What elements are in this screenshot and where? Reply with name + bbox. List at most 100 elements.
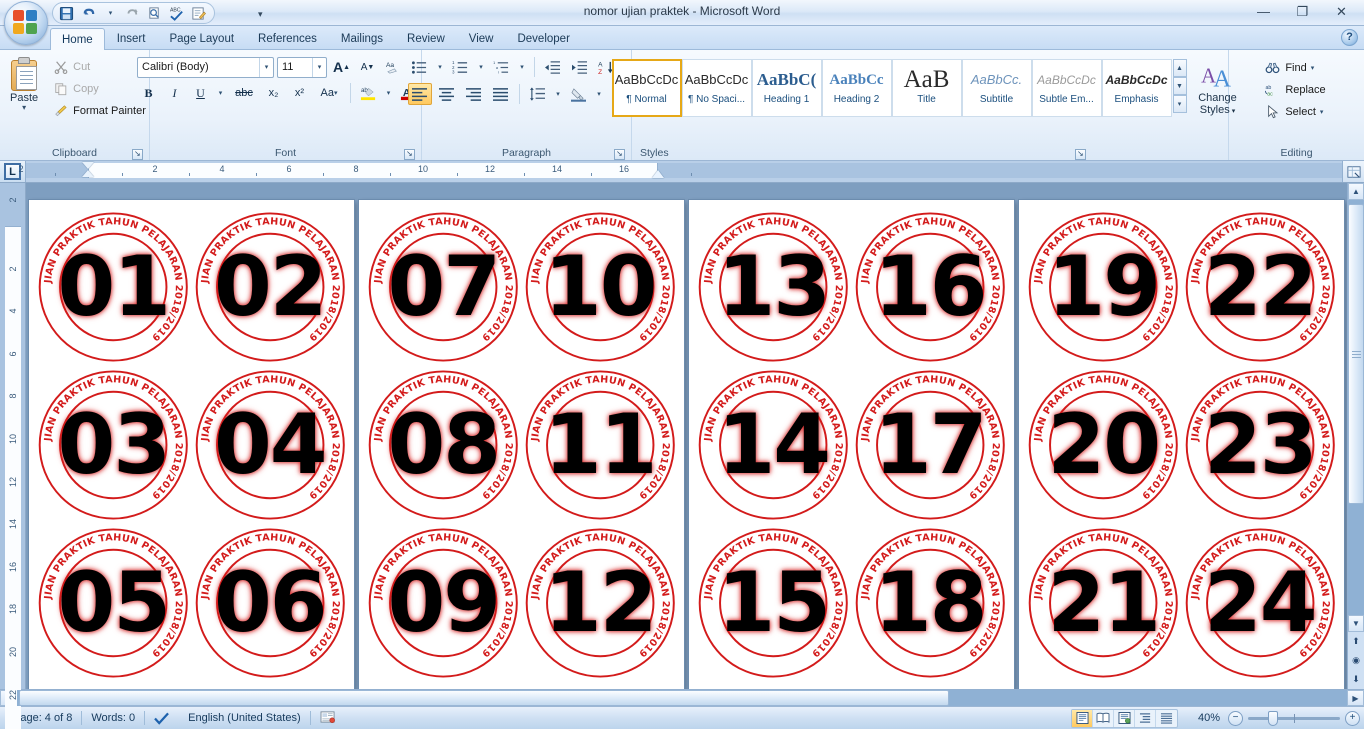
tab-review[interactable]: Review <box>395 27 457 49</box>
vertical-scroll-track[interactable] <box>1348 200 1364 615</box>
numbering-dropdown-icon[interactable]: ▾ <box>476 56 487 78</box>
exam-number-badge[interactable]: PESERTA UJIAN PRAKTIK TAHUN PELAJARAN 20… <box>852 524 1009 682</box>
exam-number-badge[interactable]: PESERTA UJIAN PRAKTIK TAHUN PELAJARAN 20… <box>365 208 522 366</box>
office-button[interactable] <box>4 1 48 45</box>
subscript-button[interactable]: x₂ <box>262 82 285 104</box>
full-screen-reading-view-button[interactable] <box>1093 709 1114 727</box>
help-icon[interactable]: ? <box>1341 29 1358 46</box>
paste-button[interactable]: Paste ▾ <box>0 53 50 112</box>
draft-view-button[interactable] <box>1156 710 1177 727</box>
exam-number-badge[interactable]: PESERTA UJIAN PRAKTIK TAHUN PELAJARAN 20… <box>1025 208 1182 366</box>
language-indicator[interactable]: English (United States) <box>179 709 310 728</box>
font-size-combo[interactable]: 11 ▾ <box>277 56 327 78</box>
copy-button[interactable]: Copy <box>50 78 151 99</box>
style-subtle-emphasis[interactable]: AaBbCcDc Subtle Em... <box>1031 59 1102 117</box>
bullets-button[interactable] <box>408 56 432 78</box>
exam-number-badge[interactable]: PESERTA UJIAN PRAKTIK TAHUN PELAJARAN 20… <box>35 208 192 366</box>
styles-dialog-launcher[interactable] <box>1075 147 1086 161</box>
exam-number-badge[interactable]: PESERTA UJIAN PRAKTIK TAHUN PELAJARAN 20… <box>1182 208 1339 366</box>
close-button[interactable]: ✕ <box>1323 1 1360 22</box>
zoom-slider-track[interactable] <box>1248 710 1340 726</box>
tab-references[interactable]: References <box>246 27 329 49</box>
style-no-spacing[interactable]: AaBbCcDc ¶ No Spaci... <box>681 59 752 117</box>
strikethrough-button[interactable]: abc <box>229 82 259 104</box>
tab-page-layout[interactable]: Page Layout <box>157 27 246 49</box>
replace-button[interactable]: ab ac Replace <box>1262 79 1330 100</box>
document-page[interactable]: PESERTA UJIAN PRAKTIK TAHUN PELAJARAN 20… <box>689 200 1014 689</box>
style-normal[interactable]: AaBbCcDc ¶ Normal <box>611 59 682 117</box>
styles-scroll-up-button[interactable]: ▲ <box>1172 59 1187 77</box>
decrease-indent-button[interactable] <box>541 56 565 78</box>
align-left-button[interactable] <box>407 83 432 105</box>
line-spacing-button[interactable] <box>526 83 550 105</box>
minimize-button[interactable]: — <box>1245 1 1282 22</box>
font-name-combo[interactable]: Calibri (Body) ▾ <box>137 56 274 78</box>
style-heading-1[interactable]: AaBbC( Heading 1 <box>751 59 822 117</box>
document-canvas[interactable]: PESERTA UJIAN PRAKTIK TAHUN PELAJARAN 20… <box>26 183 1347 689</box>
exam-number-badge[interactable]: PESERTA UJIAN PRAKTIK TAHUN PELAJARAN 20… <box>695 524 852 682</box>
line-spacing-dropdown-icon[interactable]: ▾ <box>553 83 564 105</box>
document-page[interactable]: PESERTA UJIAN PRAKTIK TAHUN PELAJARAN 20… <box>1019 200 1344 689</box>
outline-view-button[interactable] <box>1135 709 1156 727</box>
tab-developer[interactable]: Developer <box>505 27 581 49</box>
restore-button[interactable]: ❐ <box>1284 1 1321 22</box>
underline-button[interactable]: U <box>189 82 212 104</box>
exam-number-badge[interactable]: PESERTA UJIAN PRAKTIK TAHUN PELAJARAN 20… <box>192 366 349 524</box>
zoom-out-button[interactable]: − <box>1228 710 1243 726</box>
format-painter-button[interactable]: Format Painter <box>50 100 151 121</box>
italic-button[interactable]: I <box>163 82 186 104</box>
select-dropdown-icon[interactable]: ▾ <box>1320 108 1324 116</box>
exam-number-badge[interactable]: PESERTA UJIAN PRAKTIK TAHUN PELAJARAN 20… <box>1182 524 1339 682</box>
exam-number-badge[interactable]: PESERTA UJIAN PRAKTIK TAHUN PELAJARAN 20… <box>522 208 679 366</box>
ruler-toggle-button[interactable] <box>1342 161 1364 182</box>
zoom-level-label[interactable]: 40% <box>1184 712 1220 724</box>
next-page-button[interactable]: ⬇ <box>1348 670 1364 689</box>
tab-view[interactable]: View <box>457 27 506 49</box>
horizontal-scrollbar[interactable]: ◀ ▶ <box>0 689 1364 706</box>
vertical-ruler[interactable]: 22468101214161820222426 <box>0 183 26 729</box>
first-line-indent-marker[interactable] <box>82 162 94 169</box>
vertical-scrollbar[interactable]: ▲ ▼ ⬆ ◉ ⬇ <box>1347 183 1364 689</box>
underline-dropdown-icon[interactable]: ▾ <box>215 82 226 104</box>
scroll-down-button[interactable]: ▼ <box>1348 615 1364 632</box>
zoom-in-button[interactable]: + <box>1345 710 1360 726</box>
style-heading-2[interactable]: AaBbCc Heading 2 <box>821 59 892 117</box>
styles-more-button[interactable]: ▾ <box>1172 95 1187 113</box>
style-subtitle[interactable]: AaBbCc. Subtitle <box>961 59 1032 117</box>
clear-formatting-button[interactable]: Aa <box>382 56 405 78</box>
increase-indent-button[interactable] <box>568 56 592 78</box>
exam-number-badge[interactable]: PESERTA UJIAN PRAKTIK TAHUN PELAJARAN 20… <box>522 524 679 682</box>
spell-check-status[interactable] <box>145 709 179 728</box>
bold-button[interactable]: B <box>137 82 160 104</box>
bullets-dropdown-icon[interactable]: ▾ <box>435 56 446 78</box>
web-layout-view-button[interactable] <box>1114 709 1135 727</box>
document-page[interactable]: PESERTA UJIAN PRAKTIK TAHUN PELAJARAN 20… <box>29 200 354 689</box>
shading-dropdown-icon[interactable]: ▾ <box>594 83 605 105</box>
exam-number-badge[interactable]: PESERTA UJIAN PRAKTIK TAHUN PELAJARAN 20… <box>365 524 522 682</box>
print-layout-view-button[interactable] <box>1072 709 1093 727</box>
exam-number-badge[interactable]: PESERTA UJIAN PRAKTIK TAHUN PELAJARAN 20… <box>192 208 349 366</box>
style-emphasis[interactable]: AaBbCcDc Emphasis <box>1101 59 1172 117</box>
scroll-up-button[interactable]: ▲ <box>1348 183 1364 200</box>
scroll-right-button[interactable]: ▶ <box>1347 690 1364 706</box>
tab-insert[interactable]: Insert <box>105 27 158 49</box>
exam-number-badge[interactable]: PESERTA UJIAN PRAKTIK TAHUN PELAJARAN 20… <box>192 524 349 682</box>
numbering-button[interactable]: 123 <box>449 56 473 78</box>
font-dialog-launcher[interactable] <box>404 147 415 161</box>
justify-button[interactable] <box>489 83 513 105</box>
superscript-button[interactable]: x² <box>288 82 311 104</box>
shrink-font-button[interactable]: A ▼ <box>356 56 379 78</box>
exam-number-badge[interactable]: PESERTA UJIAN PRAKTIK TAHUN PELAJARAN 20… <box>1025 366 1182 524</box>
font-name-dropdown-icon[interactable]: ▾ <box>259 57 273 77</box>
tab-home[interactable]: Home <box>50 28 105 50</box>
exam-number-badge[interactable]: PESERTA UJIAN PRAKTIK TAHUN PELAJARAN 20… <box>695 366 852 524</box>
clipboard-dialog-launcher[interactable] <box>132 147 143 161</box>
highlight-dropdown-icon[interactable]: ▾ <box>383 82 394 104</box>
exam-number-badge[interactable]: PESERTA UJIAN PRAKTIK TAHUN PELAJARAN 20… <box>1025 524 1182 682</box>
select-browse-object-button[interactable]: ◉ <box>1348 651 1364 670</box>
exam-number-badge[interactable]: PESERTA UJIAN PRAKTIK TAHUN PELAJARAN 20… <box>35 366 192 524</box>
exam-number-badge[interactable]: PESERTA UJIAN PRAKTIK TAHUN PELAJARAN 20… <box>35 524 192 682</box>
exam-number-badge[interactable]: PESERTA UJIAN PRAKTIK TAHUN PELAJARAN 20… <box>522 366 679 524</box>
text-highlight-button[interactable]: ab <box>357 82 380 104</box>
exam-number-badge[interactable]: PESERTA UJIAN PRAKTIK TAHUN PELAJARAN 20… <box>852 208 1009 366</box>
